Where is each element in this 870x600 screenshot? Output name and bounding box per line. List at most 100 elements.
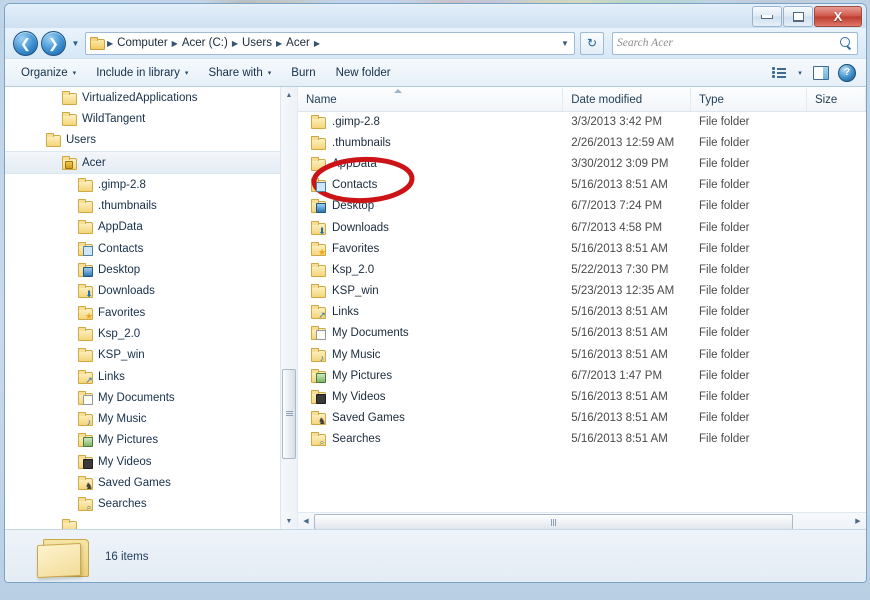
nav-item-appdata[interactable]: AppData [5, 217, 285, 238]
table-row[interactable]: ⬇ Downloads 6/7/2013 4:58 PM File folder [298, 217, 866, 238]
file-name-cell[interactable]: Desktop [298, 199, 563, 214]
search-input[interactable]: Search Acer [617, 37, 840, 49]
file-name-cell[interactable]: ⬇ Downloads [298, 220, 563, 235]
close-button[interactable]: X [814, 6, 862, 27]
table-row[interactable]: AppData 3/30/2012 3:09 PM File folder [298, 153, 866, 174]
new-folder-button[interactable]: New folder [326, 62, 401, 83]
burn-button[interactable]: Burn [281, 62, 325, 83]
column-header-date-modified[interactable]: Date modified [563, 88, 691, 111]
table-row[interactable]: Contacts 5/16/2013 8:51 AM File folder [298, 175, 866, 196]
include-in-library-button[interactable]: Include in library ▾ [86, 62, 198, 83]
breadcrumb-item-acer[interactable]: Acer [283, 37, 313, 49]
nav-item-my-pictures[interactable]: My Pictures [5, 430, 285, 451]
table-row[interactable]: ⌕ Searches 5/16/2013 8:51 AM File folder [298, 429, 866, 450]
nav-item-wildtangent[interactable]: WildTangent [5, 108, 285, 129]
scroll-up-button[interactable]: ▲ [281, 87, 297, 103]
view-dropdown-button[interactable]: ▾ [792, 62, 808, 83]
nav-item-partial[interactable] [5, 515, 285, 529]
nav-item-saved-games[interactable]: ♞ Saved Games [5, 472, 285, 493]
file-name-cell[interactable]: .thumbnails [298, 135, 563, 150]
nav-item-acer[interactable]: Acer [5, 150, 285, 175]
column-header-type[interactable]: Type [691, 88, 807, 111]
column-header-name[interactable]: Name [298, 88, 564, 111]
back-button[interactable]: ❮ [13, 30, 38, 56]
breadcrumb-separator-icon[interactable]: ▶ [275, 39, 283, 48]
table-row[interactable]: ★ Favorites 5/16/2013 8:51 AM File folder [298, 238, 866, 259]
address-dropdown-icon[interactable]: ▼ [558, 39, 572, 48]
table-row[interactable]: ♞ Saved Games 5/16/2013 8:51 AM File folder [298, 408, 866, 429]
nav-item-links[interactable]: ↗ Links [5, 366, 285, 387]
nav-item--thumbnails[interactable]: .thumbnails [5, 195, 285, 216]
file-name-cell[interactable]: ⌕ Searches [298, 432, 563, 447]
nav-item-virtualizedapplications[interactable]: VirtualizedApplications [5, 87, 285, 108]
table-row[interactable]: ↗ Links 5/16/2013 8:51 AM File folder [298, 302, 866, 323]
nav-item-favorites[interactable]: ★ Favorites [5, 302, 285, 323]
nav-item-my-videos[interactable]: My Videos [5, 451, 285, 472]
breadcrumb-separator-icon[interactable]: ▶ [106, 39, 114, 48]
nav-item-contacts[interactable]: Contacts [5, 238, 285, 259]
maximize-button[interactable] [783, 6, 813, 27]
file-type-cell: File folder [698, 263, 750, 276]
nav-item-my-documents[interactable]: My Documents [5, 387, 285, 408]
folder-icon [310, 178, 326, 193]
horizontal-scrollbar[interactable]: ◀ ▶ [298, 512, 866, 529]
table-row[interactable]: Ksp_2.0 5/22/2013 7:30 PM File folder [298, 259, 866, 280]
table-row[interactable]: .thumbnails 2/26/2013 12:59 AM File folder [298, 132, 866, 153]
scroll-left-button[interactable]: ◀ [298, 513, 314, 529]
nav-item--gimp-2-8[interactable]: .gimp-2.8 [5, 174, 285, 195]
breadcrumb-separator-icon[interactable]: ▶ [231, 39, 239, 48]
h-scroll-track[interactable] [314, 514, 850, 529]
nav-item-searches[interactable]: ⌕ Searches [5, 494, 285, 515]
breadcrumb-separator-icon[interactable]: ▶ [313, 39, 321, 48]
h-scrollbar-thumb[interactable] [314, 514, 794, 529]
table-row[interactable]: Desktop 6/7/2013 7:24 PM File folder [298, 196, 866, 217]
nav-item-my-music[interactable]: ♪ My Music [5, 408, 285, 429]
breadcrumb-item-acer-c[interactable]: Acer (C:) [179, 37, 231, 49]
file-name-cell[interactable]: .gimp-2.8 [298, 114, 563, 129]
table-row[interactable]: My Pictures 6/7/2013 1:47 PM File folder [298, 365, 866, 386]
nav-item-ksp-win[interactable]: KSP_win [5, 345, 285, 366]
scroll-right-button[interactable]: ▶ [850, 513, 866, 529]
file-name-cell[interactable]: My Documents [298, 326, 563, 341]
nav-item-downloads[interactable]: ⬇ Downloads [5, 281, 285, 302]
file-type-cell: File folder [698, 412, 750, 425]
organize-button[interactable]: Organize ▾ [11, 62, 86, 83]
file-date-cell: 6/7/2013 1:47 PM [571, 369, 663, 382]
file-name-cell[interactable]: ♞ Saved Games [298, 411, 563, 426]
file-name-cell[interactable]: My Videos [298, 390, 563, 405]
nav-item-label: .gimp-2.8 [98, 178, 146, 191]
table-row[interactable]: My Documents 5/16/2013 8:51 AM File folder [298, 323, 866, 344]
search-box[interactable]: Search Acer [612, 31, 858, 55]
scrollbar-thumb[interactable] [282, 369, 296, 459]
table-row[interactable]: .gimp-2.8 3/3/2013 3:42 PM File folder [298, 111, 866, 132]
breadcrumb-bar[interactable]: ▶ Computer ▶ Acer (C:) ▶ Users ▶ Acer ▶ … [85, 31, 575, 55]
file-name-cell[interactable]: AppData [298, 156, 563, 171]
navigation-scrollbar[interactable]: ▲ ▼ [280, 87, 297, 529]
nav-item-users[interactable]: Users [5, 130, 285, 151]
change-view-button[interactable] [766, 62, 792, 83]
minimize-button[interactable] [752, 6, 782, 27]
file-name-cell[interactable]: KSP_win [298, 284, 563, 299]
nav-item-desktop[interactable]: Desktop [5, 259, 285, 280]
forward-button[interactable]: ❯ [41, 30, 66, 56]
preview-pane-button[interactable] [808, 62, 834, 83]
breadcrumb-item-users[interactable]: Users [239, 37, 275, 49]
file-name-cell[interactable]: ↗ Links [298, 305, 563, 320]
column-header-size[interactable]: Size [807, 88, 866, 111]
file-name-cell[interactable]: ♪ My Music [298, 347, 563, 362]
file-name-cell[interactable]: My Pictures [298, 368, 563, 383]
help-button[interactable]: ? [834, 62, 860, 83]
file-name-cell[interactable]: ★ Favorites [298, 241, 563, 256]
refresh-button[interactable]: ↻ [580, 31, 604, 55]
breadcrumb-item-computer[interactable]: Computer [114, 37, 171, 49]
nav-item-ksp-2-0[interactable]: Ksp_2.0 [5, 323, 285, 344]
file-name-cell[interactable]: Contacts [298, 178, 563, 193]
breadcrumb-separator-icon[interactable]: ▶ [171, 39, 179, 48]
share-with-button[interactable]: Share with ▾ [198, 62, 281, 83]
scroll-down-button[interactable]: ▼ [281, 513, 297, 529]
table-row[interactable]: ♪ My Music 5/16/2013 8:51 AM File folder [298, 344, 866, 365]
table-row[interactable]: My Videos 5/16/2013 8:51 AM File folder [298, 386, 866, 407]
table-row[interactable]: KSP_win 5/23/2013 12:35 AM File folder [298, 281, 866, 302]
file-name-cell[interactable]: Ksp_2.0 [298, 262, 563, 277]
recent-pages-caret-icon[interactable]: ▼ [69, 33, 82, 53]
